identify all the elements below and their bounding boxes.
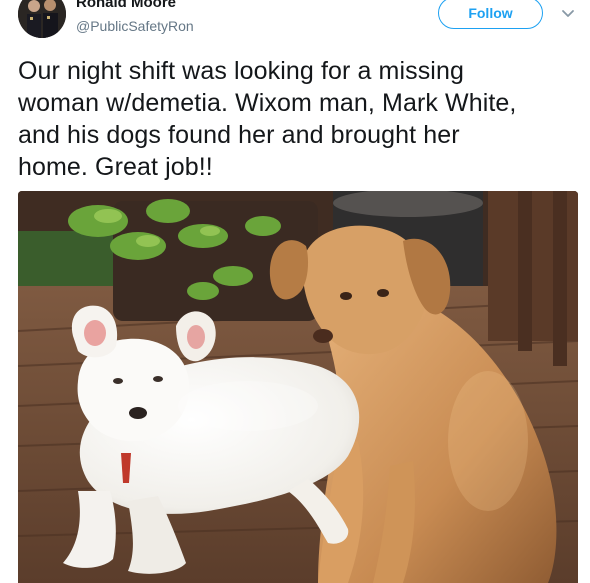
tweet-text: Our night shift was looking for a missin… <box>18 55 578 183</box>
follow-button-label: Follow <box>468 5 513 21</box>
author-name[interactable]: Ronald Moore <box>76 0 176 11</box>
tweet-text-line: and his dogs found her and brought her <box>18 121 460 149</box>
tweet-photo[interactable] <box>18 191 578 583</box>
tweet-text-line: Our night shift was looking for a missin… <box>18 57 464 85</box>
author-handle[interactable]: @PublicSafetyRon <box>76 18 194 34</box>
follow-button[interactable]: Follow <box>438 0 543 29</box>
tweet-text-line: home. Great job!! <box>18 153 213 181</box>
tweet-header: Ronald Moore @PublicSafetyRon Follow <box>0 0 590 50</box>
dogs-on-deck-image <box>18 191 578 583</box>
chevron-down-icon[interactable] <box>559 5 577 23</box>
author-avatar[interactable] <box>18 0 66 38</box>
tweet-text-line: woman w/demetia. Wixom man, Mark White, <box>18 89 517 117</box>
avatar-image <box>18 0 66 38</box>
